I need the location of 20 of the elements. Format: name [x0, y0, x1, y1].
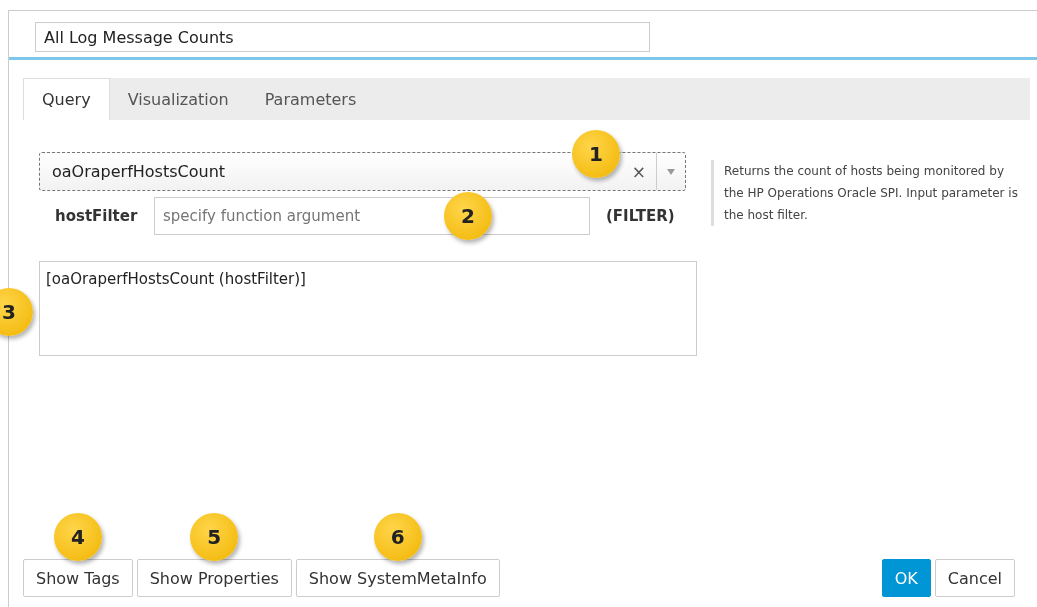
tab[interactable]: Parameters [246, 78, 375, 120]
toggle-button[interactable]: Show Tags [23, 559, 133, 597]
callout-badge: 6 [373, 513, 422, 561]
callout-badge: 1 [572, 130, 620, 178]
callout-badge: 3 [0, 288, 33, 336]
toggle-button[interactable]: Show Properties [136, 559, 292, 597]
callout-badge: 5 [190, 513, 239, 561]
argument-label: hostFilter [55, 207, 139, 225]
tab[interactable]: Query [23, 78, 110, 120]
callout-badge: 4 [53, 513, 102, 561]
toggle-button[interactable]: Show SystemMetaInfo [295, 559, 500, 597]
cancel-button[interactable]: Cancel [934, 559, 1015, 597]
caret-icon [667, 168, 675, 175]
title-field[interactable]: All Log Message Counts [35, 22, 650, 52]
tab[interactable]: Visualization [109, 78, 247, 120]
expression-field[interactable]: [oaOraperfHostsCount (hostFilter)] [39, 261, 697, 356]
callout-badge: 2 [444, 192, 492, 240]
argument-type: (FILTER) [606, 207, 675, 225]
clear-button[interactable]: × [621, 161, 656, 182]
function-description: Returns the count of hosts being monitored by the HP Operations Oracle SPI. Input parameter is the host filter. [711, 160, 1024, 226]
